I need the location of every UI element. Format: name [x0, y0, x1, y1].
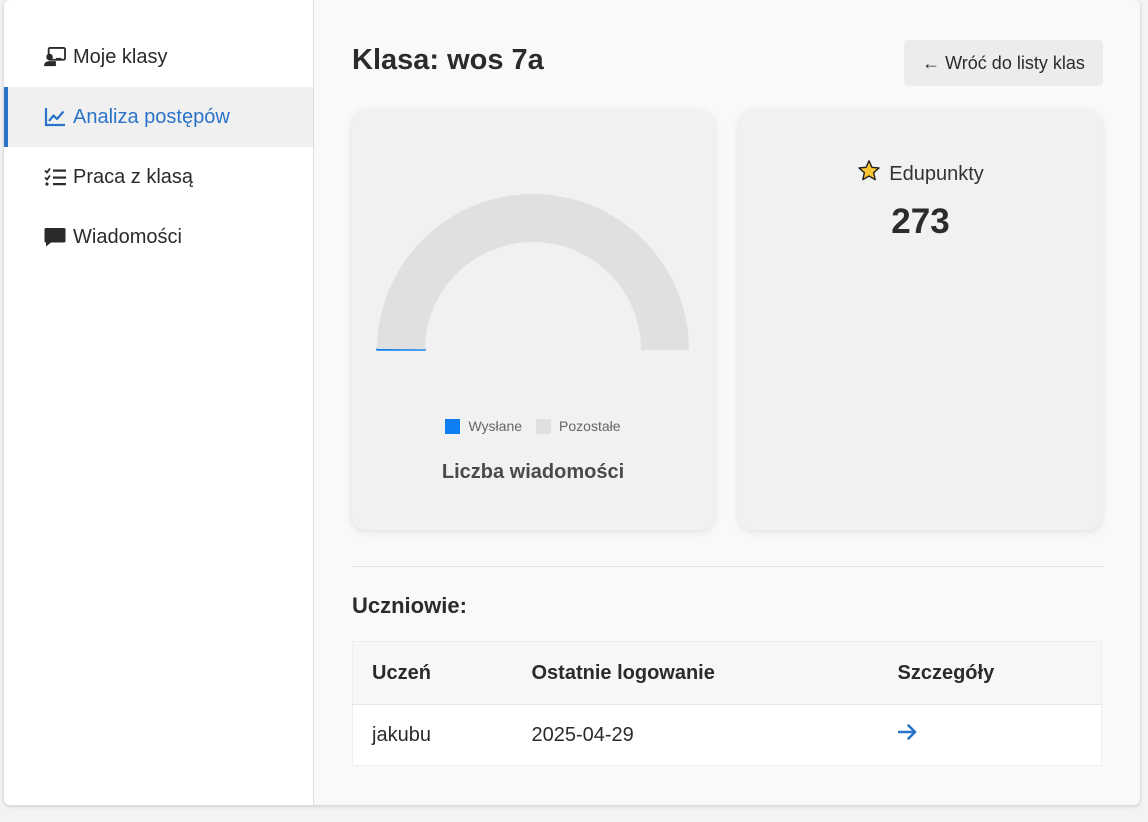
- legend-label: Pozostałe: [559, 418, 621, 434]
- star-icon: [857, 159, 881, 189]
- section-divider: [352, 566, 1103, 567]
- table-header-row: Uczeń Ostatnie logowanie Szczegóły: [352, 641, 1102, 705]
- chart-line-icon: [43, 106, 67, 128]
- students-table: Uczeń Ostatnie logowanie Szczegóły jakub…: [352, 641, 1102, 766]
- legend-swatch-sent: [445, 418, 461, 434]
- student-name: jakubu: [372, 723, 431, 746]
- column-header-student: Uczeń: [352, 641, 513, 705]
- legend-swatch-remaining: [536, 418, 552, 434]
- edupoints-value: 273: [891, 202, 950, 241]
- chalkboard-teacher-icon: [43, 46, 67, 68]
- sidebar: Moje klasy Analiza postępów Praca z klas…: [4, 0, 314, 805]
- messages-chart-card: Wysłane Pozostałe Liczba wiadomości: [352, 110, 714, 530]
- sidebar-item-label: Praca z klasą: [73, 165, 194, 188]
- sidebar-item-label: Analiza postępów: [73, 105, 230, 128]
- edupoints-text: Edupunkty: [889, 162, 984, 185]
- legend-label: Wysłane: [468, 418, 523, 434]
- legend-item-remaining[interactable]: Pozostałe: [536, 418, 621, 434]
- column-header-details: Szczegóły: [878, 641, 1102, 705]
- table-row: jakubu 2025-04-29: [353, 705, 1102, 766]
- edupoints-label: Edupunkty: [739, 159, 1102, 189]
- chart-legend: Wysłane Pozostałe: [352, 418, 714, 434]
- sidebar-item-progress-analysis[interactable]: Analiza postępów: [4, 87, 313, 147]
- legend-item-sent[interactable]: Wysłane: [445, 418, 522, 434]
- page-title: Klasa: wos 7a: [352, 44, 544, 76]
- sidebar-item-label: Wiadomości: [73, 225, 182, 248]
- sidebar-item-messages[interactable]: Wiadomości: [4, 207, 313, 267]
- sidebar-item-class-work[interactable]: Praca z klasą: [4, 147, 313, 207]
- chart-title: Liczba wiadomości: [441, 461, 625, 483]
- gauge-slice-remaining[interactable]: [377, 194, 689, 350]
- main-content: Klasa: wos 7a ← Wróć do listy klas Wysła…: [314, 0, 1140, 805]
- gauge-chart: [376, 194, 689, 351]
- arrow-right-icon[interactable]: [897, 723, 918, 741]
- message-icon: [43, 226, 67, 248]
- list-check-icon: [43, 166, 67, 188]
- sidebar-item-label: Moje klasy: [73, 45, 168, 68]
- students-section-title: Uczniowie:: [352, 593, 467, 618]
- edupoints-card: Edupunkty 273: [739, 110, 1102, 530]
- student-last-login: 2025-04-29: [531, 723, 634, 746]
- student-details-cell: [879, 705, 1102, 766]
- sidebar-item-my-classes[interactable]: Moje klasy: [4, 27, 313, 87]
- column-header-last-login: Ostatnie logowanie: [512, 641, 879, 705]
- app-window: Moje klasy Analiza postępów Praca z klas…: [4, 0, 1140, 805]
- back-to-class-list-button[interactable]: ← Wróć do listy klas: [904, 40, 1103, 86]
